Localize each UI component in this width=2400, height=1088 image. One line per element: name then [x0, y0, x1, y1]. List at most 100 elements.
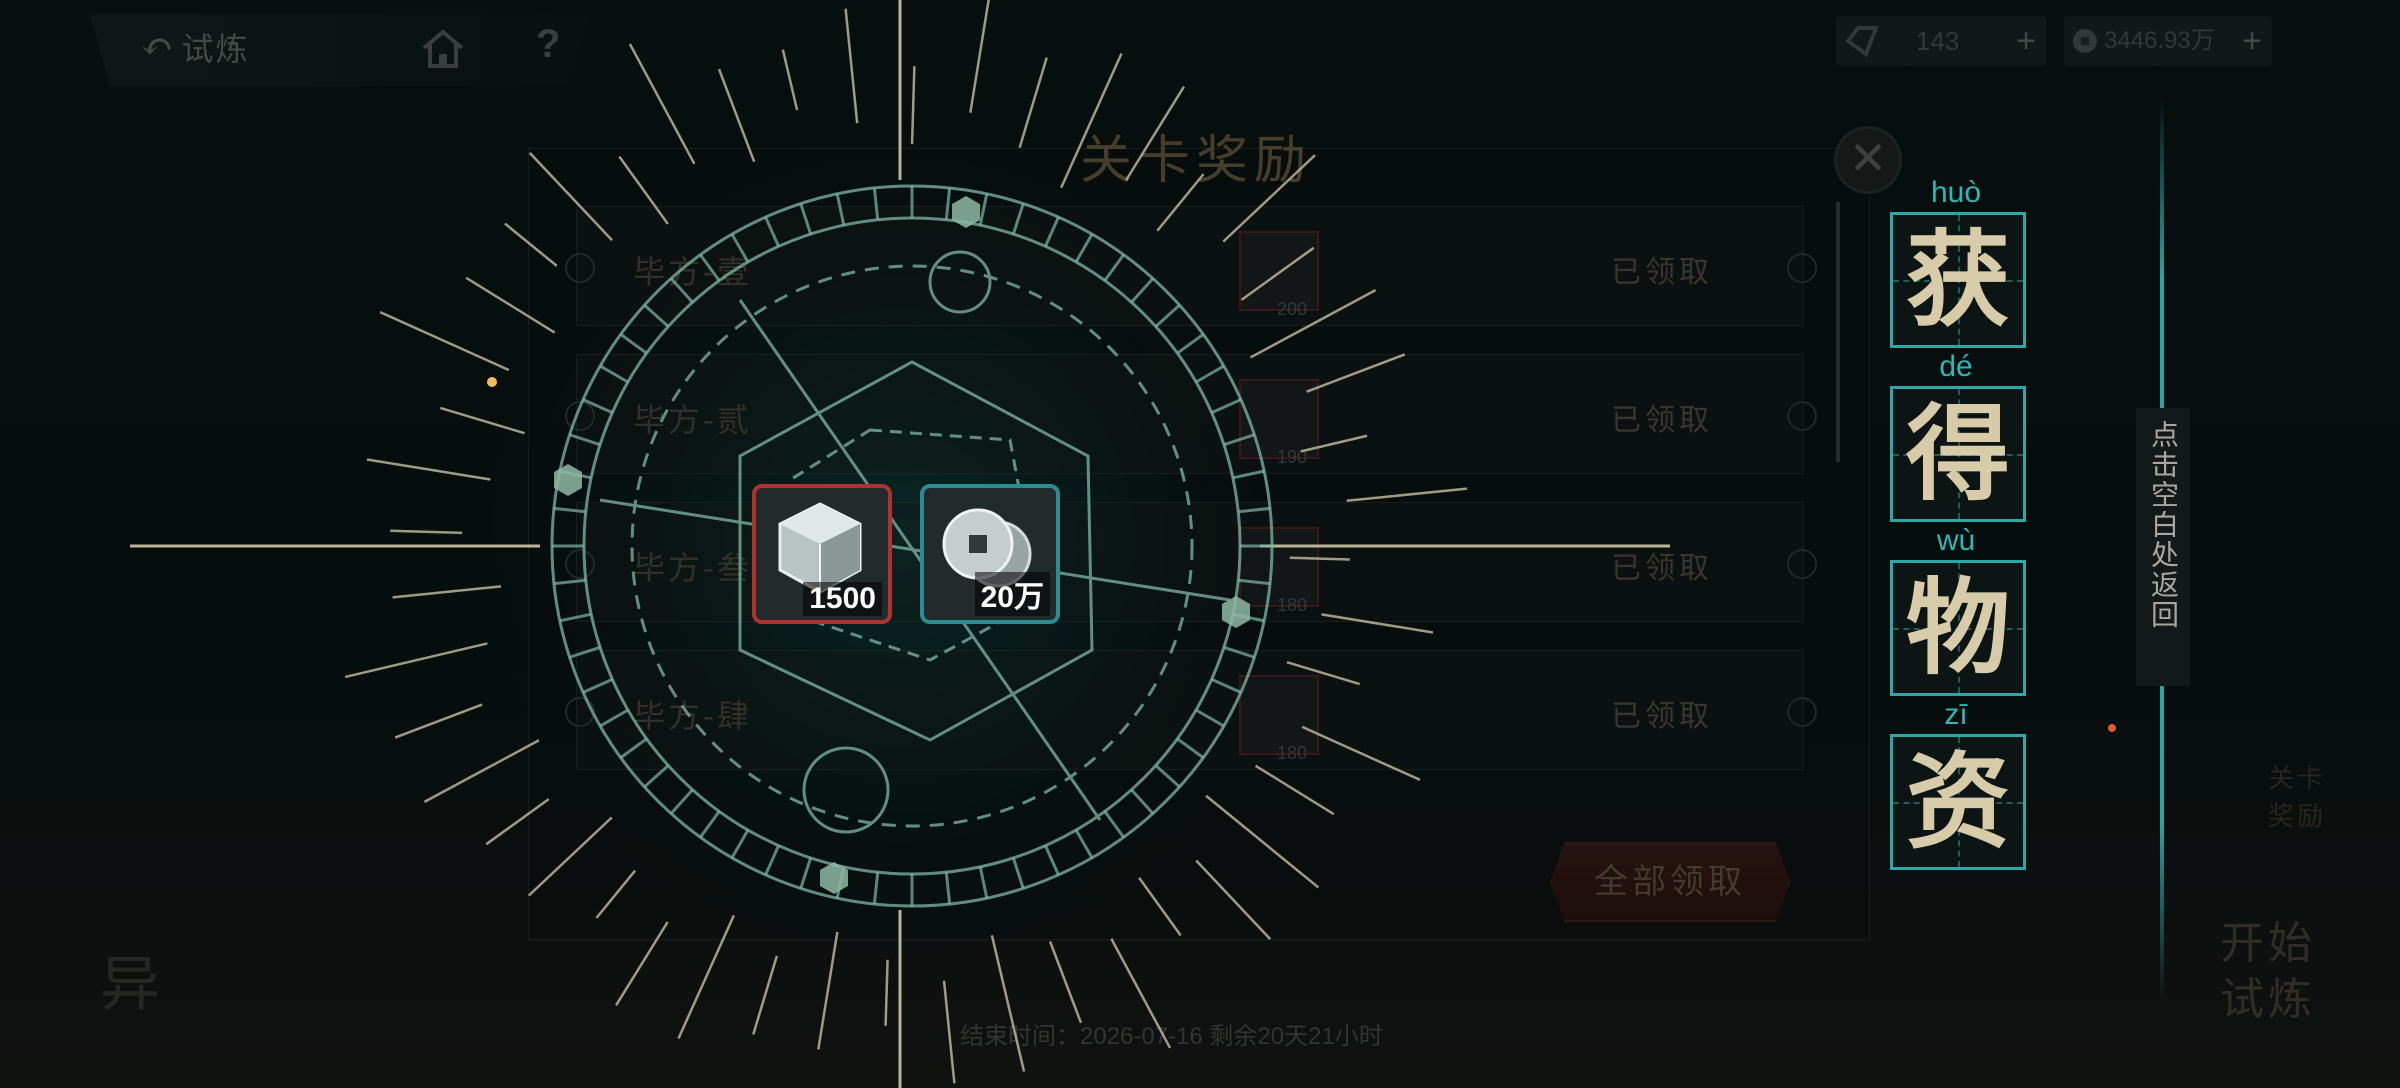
light-ray [1286, 661, 1361, 686]
light-ray [1195, 859, 1272, 940]
light-ray [1048, 941, 1083, 1024]
ring-tick [1176, 333, 1205, 355]
ring-tick [1154, 303, 1181, 328]
ring-tick [1195, 708, 1225, 728]
light-ray [1249, 289, 1377, 359]
light-ray [942, 980, 956, 1084]
light-ray [990, 935, 1026, 1072]
light-ray [1205, 794, 1320, 889]
light-ray [1222, 154, 1316, 243]
ring-tick [872, 187, 880, 220]
light-ray [969, 0, 990, 113]
light-ray [884, 959, 889, 1026]
light-ray [1018, 57, 1048, 148]
title-glyph: 得 [1890, 386, 2026, 522]
light-ray [465, 276, 556, 334]
light-ray [527, 816, 613, 897]
item-quantity: 20万 [974, 572, 1050, 616]
light-ray [423, 739, 540, 803]
light-ray [628, 43, 696, 165]
ring-tick [1154, 764, 1181, 789]
light-ray [379, 311, 510, 372]
ring-tick [643, 764, 670, 789]
ring-tick [1103, 253, 1125, 282]
ring-tick [799, 857, 813, 889]
pinyin-label: zī [1944, 698, 1968, 731]
ring-tick [669, 277, 694, 304]
ring-tick [978, 866, 989, 899]
magic-circle-decoration [130, 0, 2116, 1088]
light-ray [1138, 877, 1182, 937]
ring-tick [553, 506, 586, 514]
pinyin-label: wù [1936, 524, 1976, 557]
light-ray [1110, 938, 1172, 1049]
ring-tick [872, 872, 880, 905]
ring-tick [1238, 506, 1271, 514]
light-ray [595, 869, 637, 919]
light-ray [392, 585, 502, 599]
light-ray [1240, 246, 1315, 301]
ring-tick [1074, 233, 1094, 263]
ring-tick [643, 303, 670, 328]
title-glyph: 资 [1890, 734, 2026, 870]
light-ray [752, 955, 779, 1035]
light-ray [1060, 53, 1123, 189]
light-ray [1289, 556, 1350, 561]
ring-tick [764, 216, 780, 247]
light-ray [1125, 85, 1185, 181]
light-ray [366, 458, 491, 481]
item-quantity: 1500 [803, 582, 882, 616]
light-ray [394, 703, 483, 739]
light-ray [344, 642, 488, 679]
ring-tick [944, 872, 952, 905]
ring-tick [730, 233, 750, 263]
light-ray [781, 49, 799, 111]
light-ray [485, 798, 550, 846]
ring-tick [978, 193, 989, 226]
ring-tick [1211, 678, 1242, 694]
ring-tick [699, 253, 721, 282]
light-ray [844, 8, 859, 124]
ring-tick [569, 645, 601, 659]
ring-tick [1103, 810, 1125, 839]
light-ray [615, 921, 669, 1007]
ring-tick [582, 398, 613, 414]
light-ray [1346, 487, 1468, 503]
light-ray [677, 914, 735, 1039]
glyph-char: 物 [1905, 566, 2010, 689]
ring-tick [1130, 277, 1155, 304]
ring-tick [582, 678, 613, 694]
glyph-char: 得 [1905, 392, 2010, 515]
ring-tick [730, 829, 750, 859]
ring-tick [1044, 216, 1060, 247]
ring-tick [1223, 645, 1255, 659]
light-ray [1156, 173, 1205, 232]
light-ray [1321, 613, 1434, 634]
ring-tick [1044, 845, 1060, 876]
light-ray [528, 152, 613, 242]
title-glyph: 获 [1890, 212, 2026, 348]
reward-item-coins[interactable]: 20万 [920, 484, 1060, 624]
ring-tick [1011, 857, 1025, 889]
ring-tick [559, 612, 592, 623]
light-ray [1301, 725, 1421, 781]
ring-tick [1238, 578, 1271, 586]
light-ray [910, 66, 916, 145]
light-ray [504, 222, 558, 267]
ring-tick [569, 433, 601, 447]
ring-tick [764, 845, 780, 876]
light-ray [1254, 764, 1335, 816]
light-ray [717, 68, 756, 163]
ring-tick [599, 708, 629, 728]
ring-tick [599, 364, 629, 384]
ring-tick [553, 578, 586, 586]
ring-tick [1011, 203, 1025, 235]
ring-tick [1211, 398, 1242, 414]
ring-tick [1195, 364, 1225, 384]
pinyin-label: dé [1939, 350, 1973, 383]
reward-item-crystal[interactable]: 1500 [752, 484, 892, 624]
ring-tick [944, 187, 952, 220]
pinyin-label: huò [1930, 176, 1982, 209]
ring-tick [835, 193, 846, 226]
ring-tick [1176, 737, 1205, 759]
